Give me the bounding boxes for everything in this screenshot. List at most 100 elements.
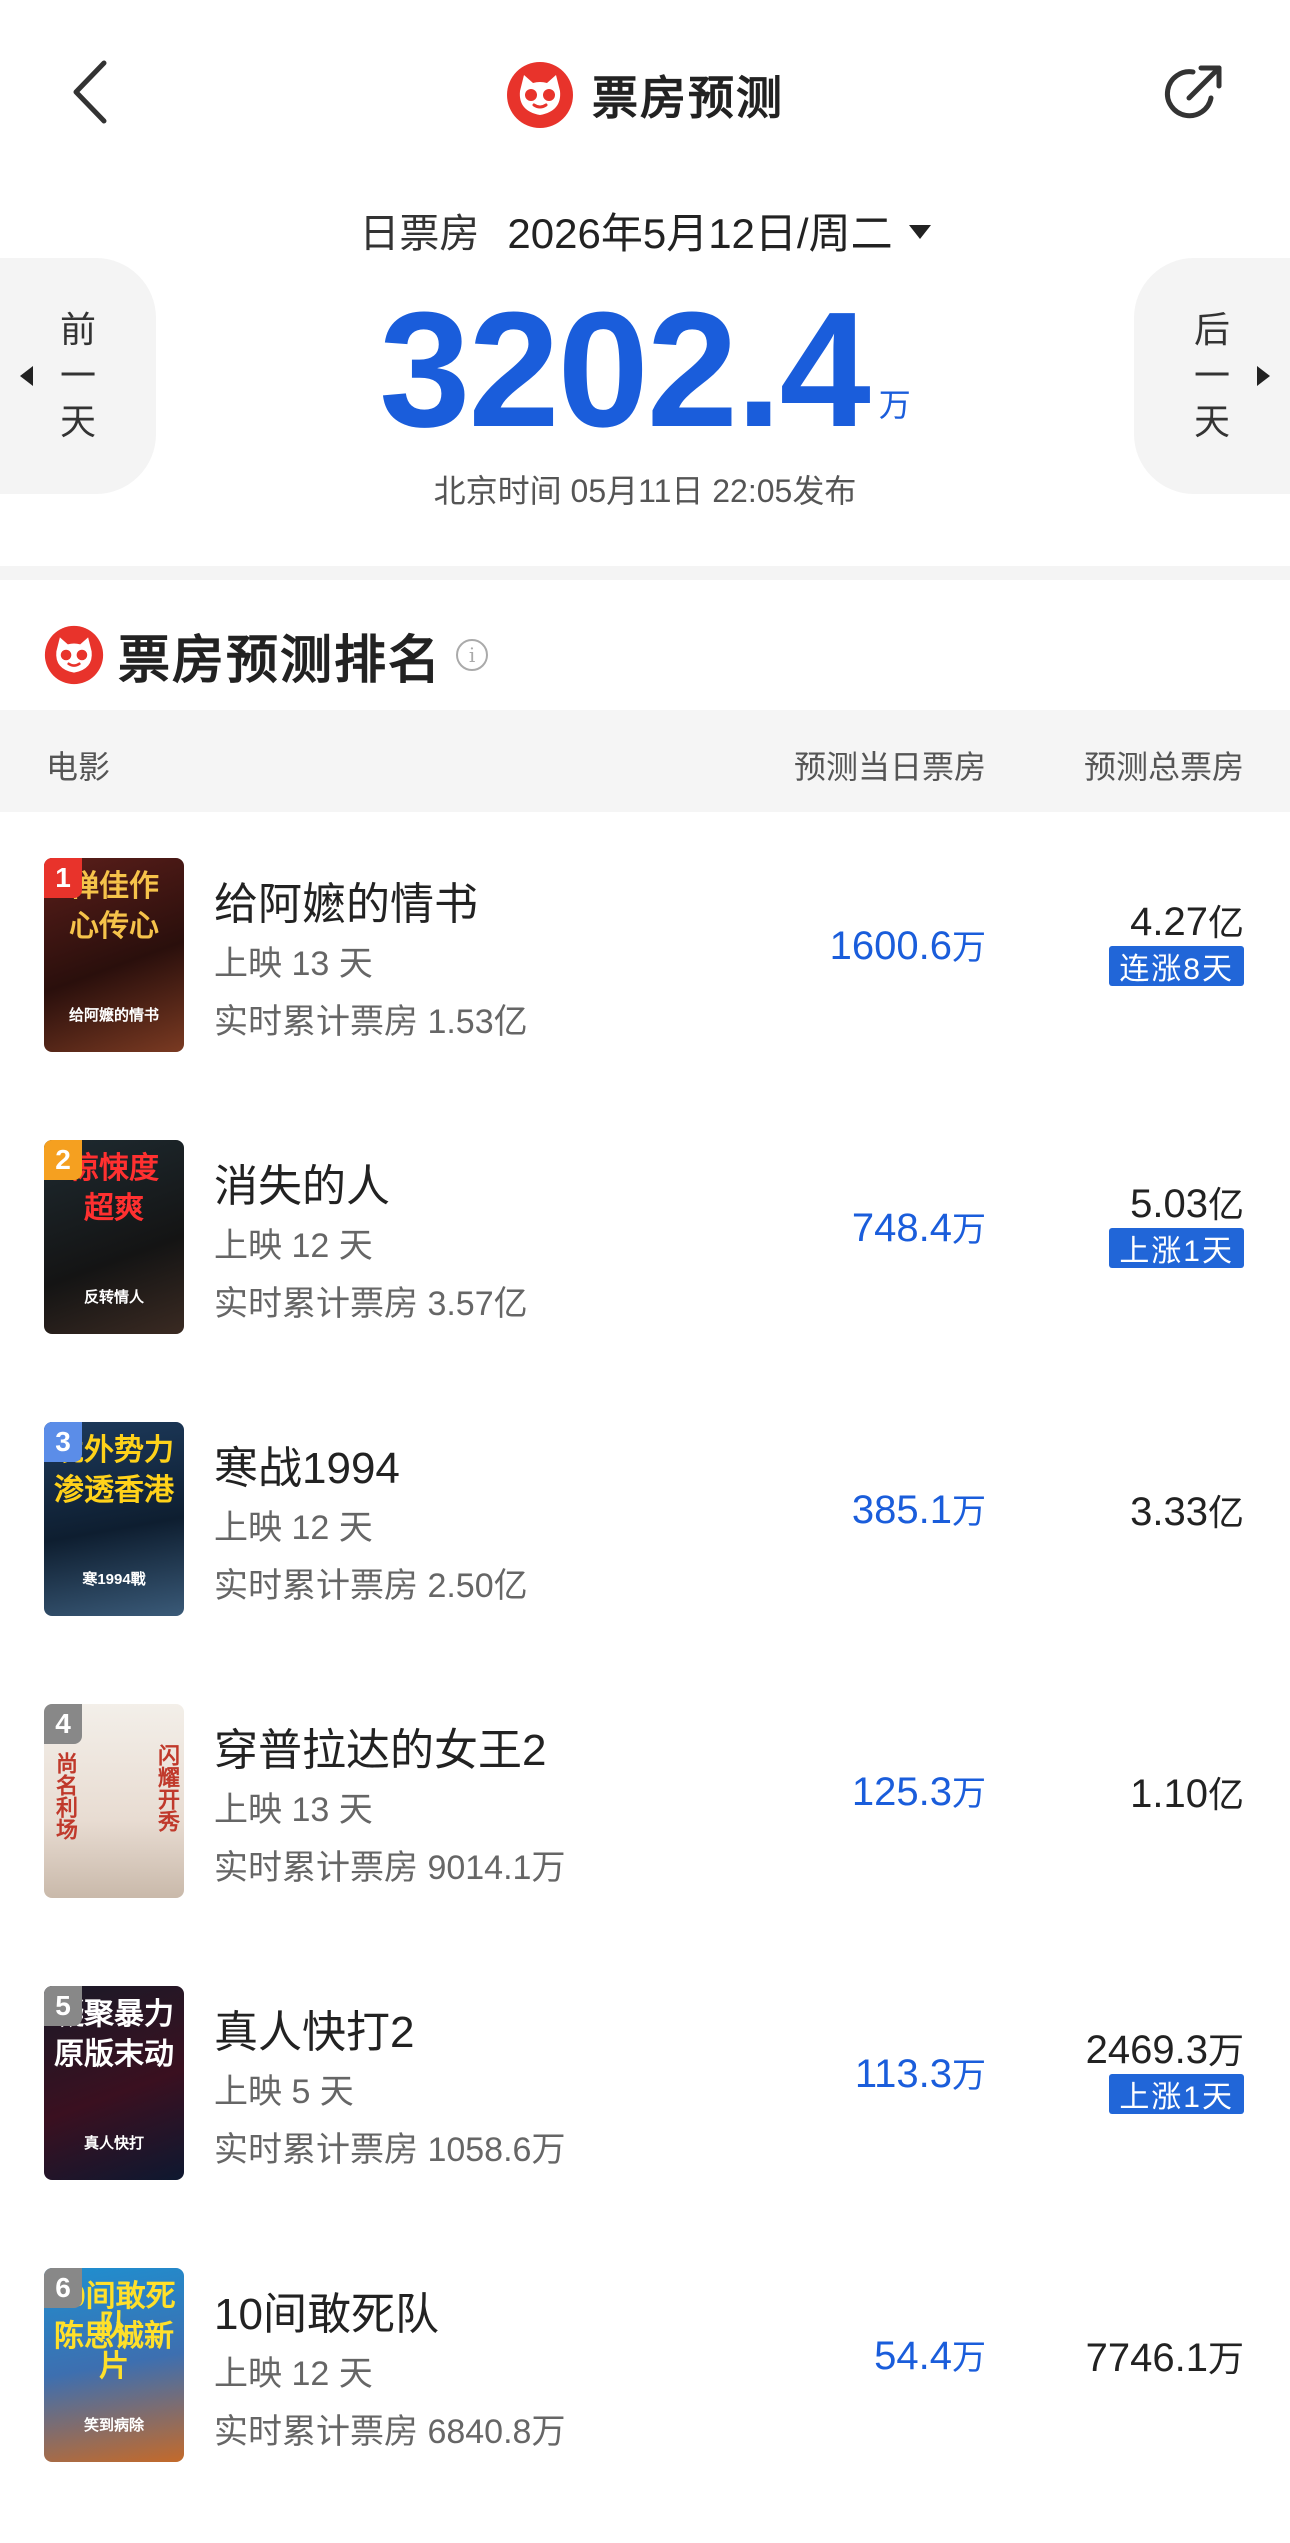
day-forecast-value: 113.3: [854, 2052, 952, 2096]
movie-poster[interactable]: 惮佳作 心传心 给阿嬷的情书 1: [44, 858, 184, 1052]
cumulative-box-office: 实时累计票房 1.53亿: [214, 1003, 528, 1041]
day-forecast: 748.4万: [852, 1202, 986, 1251]
movie-title[interactable]: 真人快打2: [214, 1996, 414, 2060]
day-forecast-value: 125.3: [851, 1770, 952, 1814]
total-forecast: 7746.1万: [1086, 2330, 1244, 2382]
poster-text: 超爽: [84, 1192, 144, 1225]
day-forecast: 113.3万: [855, 2048, 986, 2097]
rank-badge: 4: [44, 1704, 82, 1744]
release-days: 上映 12 天: [214, 1227, 373, 1265]
total-forecast: 1.10亿: [1130, 1766, 1244, 1818]
day-forecast-unit: 万: [952, 1493, 986, 1531]
day-forecast-unit: 万: [952, 2339, 986, 2377]
rank-badge: 1: [44, 858, 82, 898]
column-header-movie: 电影: [46, 749, 111, 785]
column-header-day-forecast[interactable]: 预测当日票房: [794, 742, 986, 788]
poster-text: 笑到病除: [83, 2417, 144, 2434]
info-icon[interactable]: i: [456, 639, 489, 671]
release-days: 上映 5 天: [214, 2073, 354, 2111]
release-days: 上映 13 天: [214, 1791, 373, 1829]
trend-tag: 连涨8天: [1109, 946, 1244, 986]
day-forecast-unit: 万: [952, 929, 986, 967]
day-forecast-value: 748.4: [851, 1206, 952, 1250]
movie-poster[interactable]: 尚名利场 闪耀开秀 4: [44, 1704, 184, 1898]
cumulative-box-office: 实时累计票房 9014.1万: [214, 1849, 566, 1887]
rank-badge: 5: [44, 1986, 82, 2026]
day-forecast-unit: 万: [952, 2057, 986, 2095]
movie-row[interactable]: 尚名利场 闪耀开秀 4 穿普拉达的女王2 上映 13 天 实时累计票房 9014.…: [0, 1658, 1290, 1940]
total-forecast-value: 5.03: [1130, 1182, 1208, 1226]
cumulative-box-office: 实时累计票房 6840.8万: [214, 2413, 566, 2451]
column-header-total-forecast[interactable]: 预测总票房: [1084, 742, 1244, 788]
total-forecast: 5.03亿: [1130, 1176, 1244, 1228]
total-forecast-value: 4.27: [1130, 900, 1208, 944]
ranking-title: 票房预测排名: [118, 631, 443, 690]
maoyan-cat-icon: [44, 625, 104, 685]
movie-poster[interactable]: 境外势力 渗透香港 寒1994戰 3: [44, 1422, 184, 1616]
poster-text: 反转情人: [83, 1289, 144, 1306]
movie-row[interactable]: 境外势力 渗透香港 寒1994戰 3 寒战1994 上映 12 天 实时累计票房 2…: [0, 1376, 1290, 1658]
movie-title[interactable]: 寒战1994: [214, 1432, 400, 1496]
movie-poster[interactable]: 凝聚暴力 原版末动 真人快打 5: [44, 1986, 184, 2180]
total-forecast-unit: 亿: [1207, 1492, 1244, 1533]
day-forecast-value: 54.4: [874, 2334, 952, 2378]
total-forecast-value: 1.10: [1130, 1772, 1208, 1816]
total-forecast-unit: 万: [1207, 2338, 1244, 2379]
share-icon: [1164, 65, 1222, 119]
rank-badge: 6: [44, 2268, 82, 2308]
day-forecast: 1600.6万: [830, 920, 986, 969]
movie-poster[interactable]: 惊悚度 超爽 反转情人 2: [44, 1140, 184, 1334]
movie-row[interactable]: 惊悚度 超爽 反转情人 2 消失的人 上映 12 天 实时累计票房 3.57亿 74…: [0, 1094, 1290, 1376]
movie-poster[interactable]: 10间敢死队 陈思诚新片 笑到病除 6: [44, 2268, 184, 2462]
release-days: 上映 12 天: [214, 2355, 373, 2393]
date-row: 日票房 2026年5月12日/周二: [0, 200, 1290, 260]
movie-row[interactable]: 惮佳作 心传心 给阿嬷的情书 1 给阿嬷的情书 上映 13 天 实时累计票房 1.5…: [0, 812, 1290, 1094]
movie-row[interactable]: 凝聚暴力 原版末动 真人快打 5 真人快打2 上映 5 天 实时累计票房 1058.…: [0, 1940, 1290, 2222]
cumulative-box-office: 实时累计票房 1058.6万: [214, 2131, 566, 2169]
total-forecast-unit: 亿: [1207, 902, 1244, 943]
ranking-header: 票房预测排名 i: [44, 620, 489, 690]
poster-text: 寒1994戰: [82, 1571, 146, 1588]
release-days: 上映 12 天: [214, 1509, 373, 1547]
poster-text: 原版末动: [54, 2038, 174, 2071]
cumulative-box-office: 实时累计票房 3.57亿: [214, 1285, 528, 1323]
share-button[interactable]: [1155, 56, 1231, 132]
date-selector[interactable]: 2026年5月12日/周二: [507, 200, 931, 261]
poster-text: 心传心: [69, 910, 159, 943]
poster-text: 给阿嬷的情书: [68, 1007, 159, 1024]
total-forecast: 2469.3万: [1086, 2022, 1244, 2074]
date-type-label: 日票房: [359, 212, 480, 256]
movie-row[interactable]: 10间敢死队 陈思诚新片 笑到病除 6 10间敢死队 上映 12 天 实时累计票房 …: [0, 2222, 1290, 2504]
day-forecast: 385.1万: [852, 1484, 986, 1533]
maoyan-cat-icon: [507, 62, 573, 128]
release-days: 上映 13 天: [214, 945, 373, 983]
total-forecast: 4.27亿: [1130, 894, 1244, 946]
poster-text: 尚名利场: [53, 1752, 78, 1840]
cumulative-box-office: 实时累计票房 2.50亿: [214, 1567, 528, 1605]
trend-tag: 上涨1天: [1109, 1228, 1244, 1268]
day-forecast-unit: 万: [952, 1211, 986, 1249]
movie-title[interactable]: 给阿嬷的情书: [214, 868, 478, 932]
total-forecast-value: 7746.1: [1085, 2336, 1208, 2380]
page-title-wrap: 票房预测: [0, 58, 1290, 132]
total-forecast-unit: 亿: [1207, 1774, 1244, 1815]
section-divider: [0, 566, 1290, 580]
poster-text: 陈思诚新片: [54, 2320, 174, 2383]
total-forecast-unit: 亿: [1207, 1184, 1244, 1225]
day-forecast-value: 385.1: [851, 1488, 952, 1532]
movie-title[interactable]: 穿普拉达的女王2: [214, 1714, 546, 1778]
movie-title[interactable]: 10间敢死队: [214, 2278, 439, 2342]
total-forecast-value: 3.33: [1130, 1490, 1208, 1534]
publish-time: 北京时间 05月11日 22:05发布: [433, 473, 857, 509]
movie-title[interactable]: 消失的人: [214, 1150, 390, 1214]
date-value: 2026年5月12日/周二: [507, 209, 893, 257]
total-box-office-unit: 万: [878, 387, 911, 423]
day-forecast: 125.3万: [852, 1766, 986, 1815]
day-forecast-unit: 万: [952, 1775, 986, 1813]
page-title: 票房预测: [592, 72, 784, 124]
poster-text: 真人快打: [83, 2135, 144, 2152]
rank-badge: 2: [44, 1140, 82, 1180]
day-forecast-value: 1600.6: [829, 924, 952, 968]
total-forecast-value: 2469.3: [1085, 2028, 1208, 2072]
total-box-office: 3202.4 万: [0, 288, 1290, 452]
